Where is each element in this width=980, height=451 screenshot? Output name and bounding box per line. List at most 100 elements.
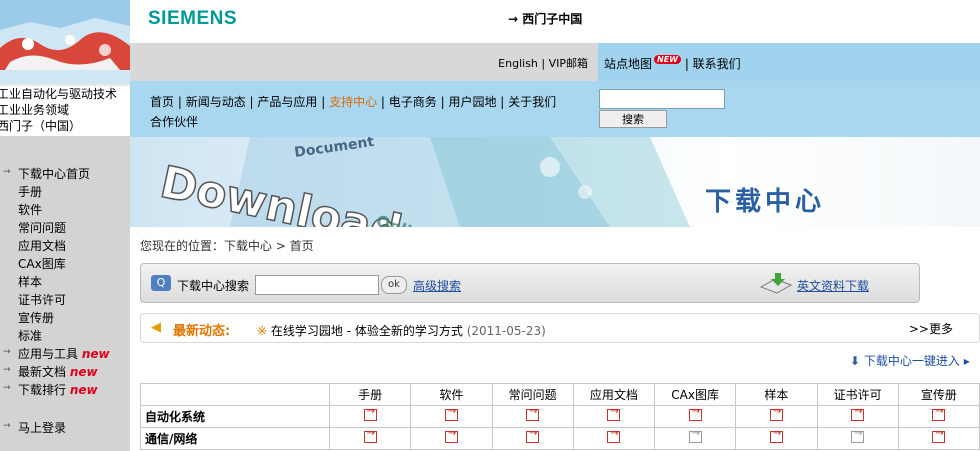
top-bar-right: 站点地图 NEW | 联系我们 xyxy=(598,43,980,81)
nav-home[interactable]: 首页 xyxy=(150,95,174,109)
doc-link-icon[interactable] xyxy=(607,428,621,443)
sidebar-item-download-home[interactable]: 下载中心首页 xyxy=(18,165,90,182)
new-tag: new xyxy=(69,365,98,379)
china-link-label: 西门子中国 xyxy=(522,12,583,26)
english-docs-link[interactable]: 英文资料下载 xyxy=(797,277,869,294)
row-label: 通信/网络 xyxy=(139,427,331,450)
doc-link-icon[interactable] xyxy=(363,428,377,443)
arrow-icon: → xyxy=(3,383,11,393)
new-badge-icon: NEW xyxy=(654,55,681,64)
top-bar-left: English | VIP邮箱 xyxy=(130,43,598,81)
site-name-line: 工业业务领域 xyxy=(0,103,70,117)
column-header: 软件 xyxy=(410,383,493,406)
search-icon: Q xyxy=(151,275,171,291)
download-arrow-icon xyxy=(759,273,793,298)
download-tray-icon: ⬇ xyxy=(850,354,861,368)
contact-link[interactable]: | 联系我们 xyxy=(685,57,741,71)
quick-enter-label: 下载中心一键进入 xyxy=(863,354,960,368)
nav-partners[interactable]: 合作伙伴 xyxy=(150,115,198,129)
search-button[interactable]: 搜索 xyxy=(599,110,667,128)
new-tag: new xyxy=(81,347,110,361)
nav-products[interactable]: 产品与应用 xyxy=(257,95,317,109)
sidebar-item-app-docs[interactable]: 应用文档 xyxy=(18,237,66,254)
sidebar-item-latest-docs[interactable]: 最新文档 new xyxy=(18,363,98,380)
table-cell xyxy=(329,427,412,450)
sidebar-item-label: 下载排行 xyxy=(18,383,67,397)
play-icon: ▸ xyxy=(959,354,970,368)
sidebar-item-software[interactable]: 软件 xyxy=(18,201,42,218)
siemens-logo[interactable]: SIEMENS xyxy=(148,8,237,30)
table-cell xyxy=(572,405,655,428)
banner-graphic: Document Download Online xyxy=(155,137,690,227)
site-name-line: 西门子（中国） xyxy=(0,119,82,133)
table-cell xyxy=(491,405,574,428)
search-input[interactable] xyxy=(599,89,725,109)
china-link[interactable]: → 西门子中国 xyxy=(508,10,582,27)
nav-user-garden[interactable]: 用户园地 xyxy=(448,95,496,109)
sidebar-item-standards[interactable]: 标准 xyxy=(18,327,42,344)
sidebar-item-certificates[interactable]: 证书许可 xyxy=(18,291,66,308)
arrow-icon: → xyxy=(3,421,11,431)
doc-link-icon[interactable] xyxy=(444,406,458,421)
download-search-bar: Q 下载中心搜索 ok 高级搜索 英文资料下载 xyxy=(140,263,920,303)
sidebar-item-apps-tools[interactable]: 应用与工具 new xyxy=(18,345,110,362)
column-header: 常问问题 xyxy=(491,383,574,406)
lang-vip-links[interactable]: English | VIP邮箱 xyxy=(498,55,588,71)
news-item[interactable]: ※ 在线学习园地 - 体验全新的学习方式 (2011-05-23) xyxy=(257,322,546,339)
doc-link-icon-disabled xyxy=(688,428,702,443)
arrow-icon: → xyxy=(3,167,11,177)
nav-ecommerce[interactable]: 电子商务 xyxy=(389,95,437,109)
sidebar-item-catalog[interactable]: 样本 xyxy=(18,273,42,290)
doc-link-icon[interactable] xyxy=(526,406,540,421)
sidebar-item-login[interactable]: 马上登录 xyxy=(18,419,66,436)
sitemap-link[interactable]: 站点地图 xyxy=(604,57,652,71)
sidebar-nav: → 下载中心首页 手册 软件 常问问题 应用文档 CAx图库 样本 证书许可 宣… xyxy=(0,136,130,451)
nav-news[interactable]: 新闻与动态 xyxy=(186,95,246,109)
table-cell xyxy=(735,405,818,428)
table-header-row: 手册 软件 常问问题 应用文档 CAx图库 样本 证书许可 宣传册 xyxy=(139,383,980,406)
table-cell xyxy=(410,405,493,428)
nav-about[interactable]: 关于我们 xyxy=(508,95,556,109)
doc-link-icon[interactable] xyxy=(769,406,783,421)
quick-enter-link[interactable]: ⬇ 下载中心一键进入 ▸ xyxy=(850,352,970,369)
table-cell xyxy=(735,427,818,450)
arrow-icon: → xyxy=(3,347,11,357)
sidebar-item-manuals[interactable]: 手册 xyxy=(18,183,42,200)
sidebar-item-faq[interactable]: 常问问题 xyxy=(18,219,66,236)
doc-link-icon[interactable] xyxy=(851,406,865,421)
speaker-icon: ◀ xyxy=(151,320,161,335)
doc-link-icon[interactable] xyxy=(932,428,946,443)
download-category-table: 手册 软件 常问问题 应用文档 CAx图库 样本 证书许可 宣传册 自动化系统 … xyxy=(139,383,980,450)
download-search-input[interactable] xyxy=(255,275,379,295)
arrow-icon: → xyxy=(3,365,11,375)
doc-link-icon[interactable] xyxy=(932,406,946,421)
advanced-search-link[interactable]: 高级搜索 xyxy=(413,277,461,294)
table-cell xyxy=(653,427,737,450)
table-cell xyxy=(572,427,655,450)
doc-link-icon[interactable] xyxy=(526,428,540,443)
doc-link-icon[interactable] xyxy=(444,428,458,443)
star-icon: ※ xyxy=(257,324,268,338)
doc-link-icon[interactable] xyxy=(769,428,783,443)
more-link[interactable]: >>更多 xyxy=(909,320,953,337)
row-label: 自动化系统 xyxy=(139,405,331,428)
nav-support[interactable]: 支持中心 xyxy=(329,95,377,109)
site-name-line: 工业自动化与驱动技术 xyxy=(0,87,118,101)
column-header: 应用文档 xyxy=(572,383,655,406)
column-header: CAx图库 xyxy=(653,383,737,406)
sidebar-item-brochures[interactable]: 宣传册 xyxy=(18,309,54,326)
doc-link-icon[interactable] xyxy=(607,406,621,421)
doc-link-icon[interactable] xyxy=(688,406,702,421)
sidebar-item-cax[interactable]: CAx图库 xyxy=(18,255,66,272)
doc-link-icon[interactable] xyxy=(363,406,377,421)
sidebar-item-ranking[interactable]: 下载排行 new xyxy=(18,381,98,398)
ok-button[interactable]: ok xyxy=(381,276,407,294)
news-bar: ◀ 最新动态: ※ 在线学习园地 - 体验全新的学习方式 (2011-05-23… xyxy=(140,313,980,343)
table-cell xyxy=(329,405,412,428)
table-cell xyxy=(816,427,899,450)
table-row: 通信/网络 xyxy=(139,427,980,450)
sitemap-links: 站点地图 NEW | 联系我们 xyxy=(604,55,741,72)
news-item-text: 在线学习园地 - 体验全新的学习方式 xyxy=(270,324,463,338)
main-nav-links: 首页 | 新闻与动态 | 产品与应用 | 支持中心 | 电子商务 | 用户园地 … xyxy=(150,95,557,129)
column-header: 宣传册 xyxy=(897,383,980,406)
